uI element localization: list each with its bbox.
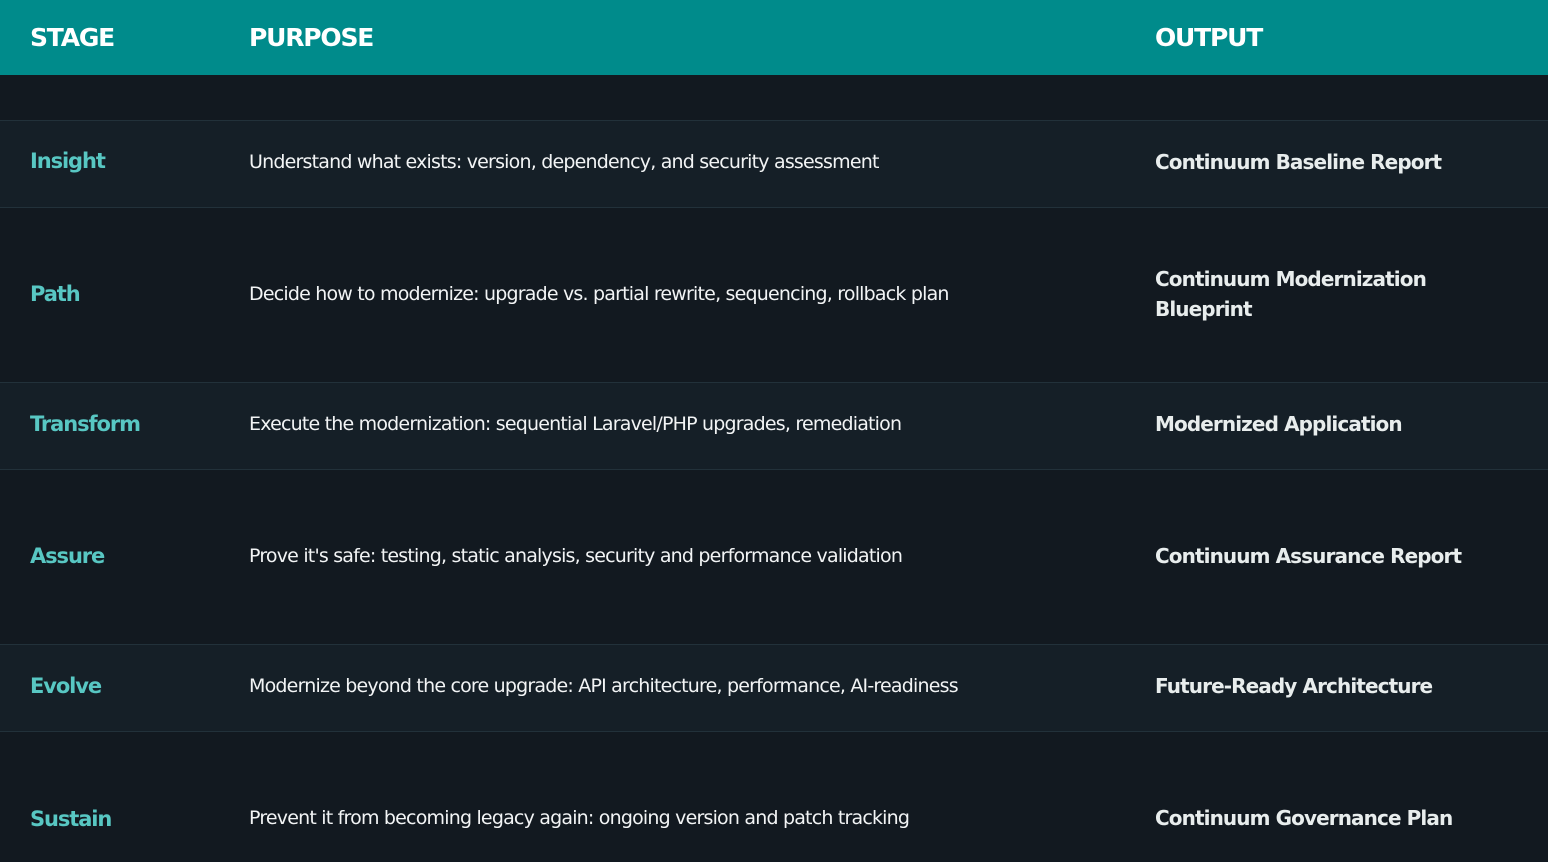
stage-output: Continuum Assurance Report [1155,544,1462,568]
table-row-path: Path Decide how to modernize: upgrade vs… [0,207,1548,339]
stage-name: Path [30,282,81,306]
stage-purpose: Prevent it from becoming legacy again: o… [249,807,910,829]
output-column-header: OUTPUT [1155,23,1263,52]
stage-purpose: Understand what exists: version, depende… [249,151,879,173]
stage-purpose: Decide how to modernize: upgrade vs. par… [249,283,949,305]
stage-name: Sustain [30,807,112,831]
table-row-sustain: Sustain Prevent it from becoming legacy … [0,731,1548,862]
stage-output: Future-Ready Architecture [1155,674,1433,698]
stage-purpose: Prove it's safe: testing, static analysi… [249,545,903,567]
stage-output: Modernized Application [1155,412,1403,436]
stage-name: Assure [30,544,105,568]
stage-name: Transform [30,412,141,436]
table-row-assure: Assure Prove it's safe: testing, static … [0,469,1548,601]
stage-name: Insight [30,149,106,173]
stage-column-header: STAGE [30,23,115,52]
stage-purpose: Modernize beyond the core upgrade: API a… [249,675,959,697]
stage-name: Evolve [30,674,102,698]
modernization-stage-table: STAGE PURPOSE OUTPUT Insight Understand … [0,0,1548,861]
stage-purpose: Execute the modernization: sequential La… [249,413,902,435]
table-row-insight: Insight Understand what exists: version,… [0,120,1548,207]
stage-output: Continuum Governance Plan [1155,806,1453,830]
stage-output: Continuum Modernization Blueprint [1155,267,1427,321]
stage-output: Continuum Baseline Report [1155,150,1442,174]
table-header: STAGE PURPOSE OUTPUT [0,0,1548,75]
table-row-evolve: Evolve Modernize beyond the core upgrade… [0,644,1548,731]
table-row-transform: Transform Execute the modernization: seq… [0,382,1548,469]
purpose-column-header: PURPOSE [249,23,374,52]
